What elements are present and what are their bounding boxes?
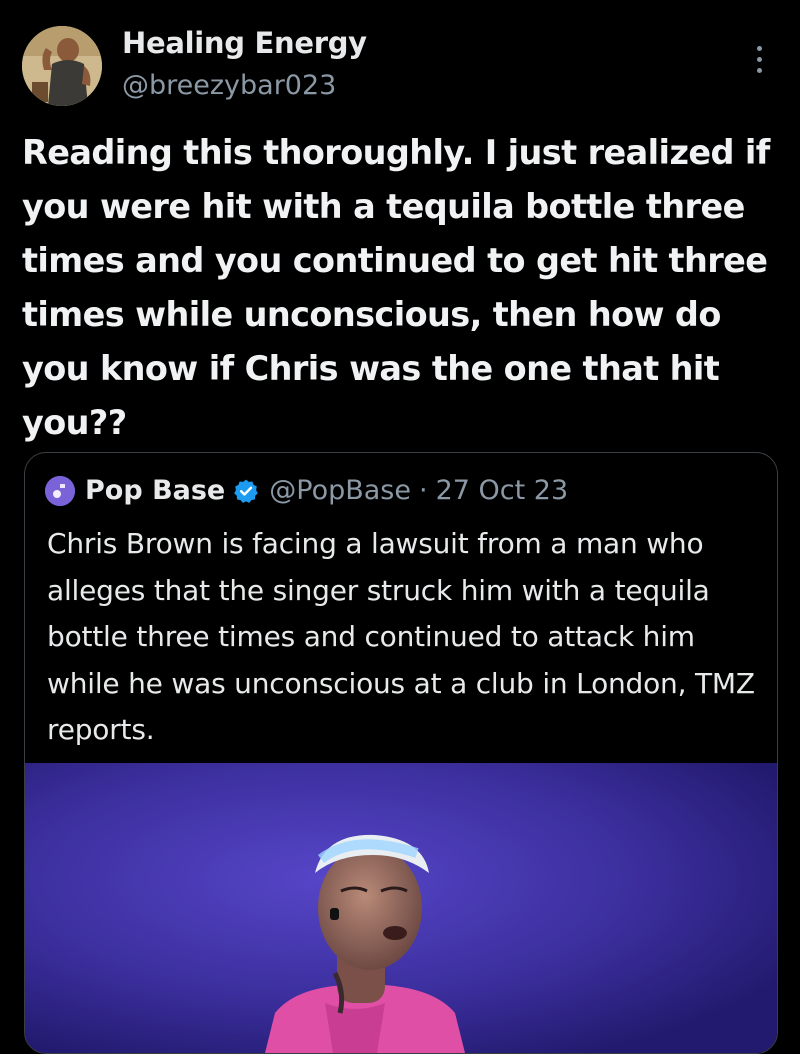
author-display-name[interactable]: Healing Energy [122, 26, 367, 60]
more-options-button[interactable] [742, 42, 776, 78]
tweet: Healing Energy @breezybar023 Reading thi… [0, 0, 800, 1054]
verified-badge-icon [233, 478, 259, 504]
performer-photo [25, 763, 777, 1053]
pop-base-logo-icon [45, 475, 75, 506]
more-vertical-icon-dot [757, 68, 762, 73]
quoted-tweet-header: Pop Base @PopBase · 27 Oct 23 [45, 475, 568, 506]
author-avatar[interactable] [22, 26, 102, 106]
quote-timestamp[interactable]: 27 Oct 23 [436, 475, 569, 506]
tweet-text: Reading this thoroughly. I just realized… [22, 133, 770, 442]
quote-author-handle[interactable]: @PopBase [269, 475, 411, 506]
quote-author-display-name[interactable]: Pop Base [85, 475, 225, 506]
quoted-tweet-card[interactable]: Pop Base @PopBase · 27 Oct 23 Chris Brow… [24, 452, 778, 1054]
author-handle[interactable]: @breezybar023 [122, 70, 336, 101]
quote-separator: · [418, 475, 428, 506]
more-vertical-icon-dot [757, 57, 762, 62]
quote-author-avatar[interactable] [45, 475, 75, 506]
more-vertical-icon [757, 46, 762, 51]
quoted-tweet-media[interactable] [25, 763, 777, 1053]
quoted-tweet-text: Chris Brown is facing a lawsuit from a m… [47, 527, 755, 746]
avatar-illustration [22, 26, 102, 106]
